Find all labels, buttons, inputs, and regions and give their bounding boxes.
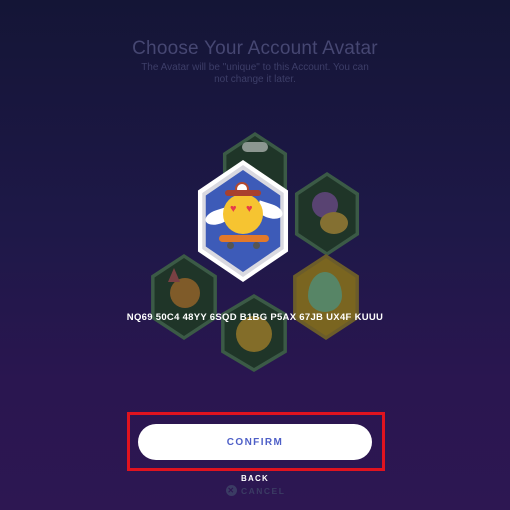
avatar-option-droplet[interactable] [288, 254, 364, 340]
avatar-option-dizzy[interactable] [216, 294, 292, 372]
back-button[interactable]: BACK [0, 474, 510, 483]
cancel-label: CANCEL [241, 485, 286, 496]
page-title: Choose Your Account Avatar [132, 38, 378, 59]
confirm-button[interactable]: CONFIRM [138, 424, 372, 460]
avatar-option-purple-creature[interactable] [290, 172, 364, 256]
page-subtitle: The Avatar will be "unique" to this Acco… [141, 62, 369, 85]
cancel-button[interactable]: ✕ CANCEL [226, 485, 285, 496]
account-address-code: NQ69 50C4 48YY 6SQD B1BG P5AX 67JB UX4F … [126, 312, 384, 323]
selected-avatar[interactable]: ♥ ♥ [191, 160, 295, 282]
close-icon: ✕ [226, 485, 237, 496]
